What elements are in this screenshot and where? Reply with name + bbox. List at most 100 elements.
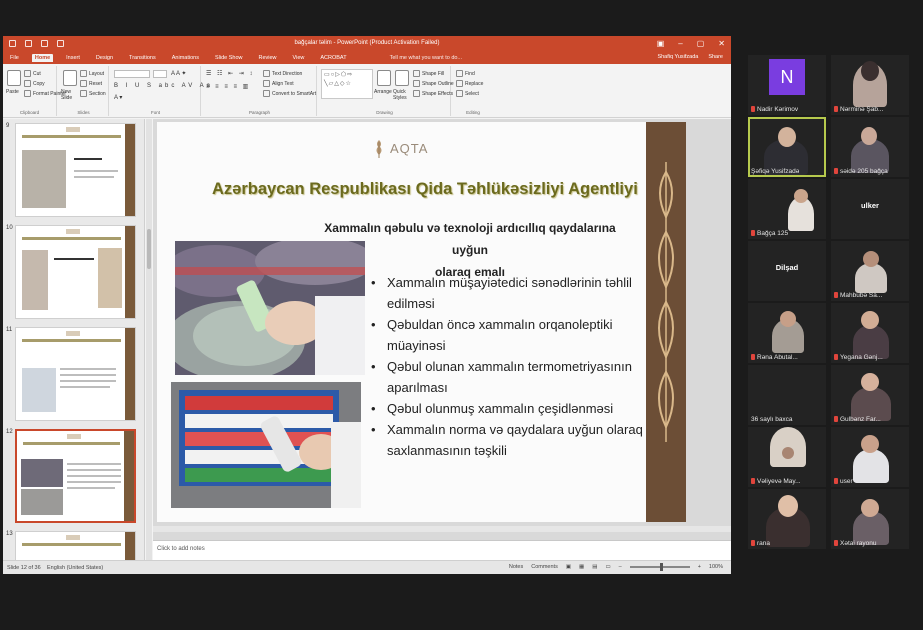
slide-thumbnails-pane: 9 10 11 12 13 (3, 119, 145, 560)
slide-editor: AQTA Azərbaycan Respublikası Qida Təhlük… (153, 119, 731, 560)
tab-file[interactable]: File (7, 54, 22, 62)
zoom-out-button[interactable]: – (619, 564, 622, 570)
participant-tile[interactable]: səidə 205 bağça (831, 117, 909, 177)
quick-styles-icon[interactable] (395, 70, 409, 86)
user-name[interactable]: Shafiq Yusifzada (657, 54, 698, 60)
current-slide[interactable]: AQTA Azərbaycan Respublikası Qida Təhlük… (157, 122, 686, 522)
group-label-font: Font (150, 110, 160, 115)
shapes-gallery[interactable]: ▭○▷⬠⇨ ╲▱△◇☆ (321, 69, 373, 99)
participant-tile[interactable]: ulker (831, 179, 909, 239)
tab-insert[interactable]: Insert (63, 54, 83, 62)
paste-button[interactable]: Paste (6, 89, 19, 95)
minimize-button[interactable]: – (678, 39, 682, 48)
participant-tile[interactable]: N Nadir Kərimov (748, 55, 826, 115)
effects-icon (413, 90, 420, 97)
mic-muted-icon (751, 106, 755, 112)
zoom-level[interactable]: 100% (709, 564, 723, 570)
tab-design[interactable]: Design (93, 54, 116, 62)
participant-tile[interactable]: Xətai rayonu (831, 489, 909, 549)
font-color-button[interactable]: A ▾ (114, 94, 122, 101)
view-reading-icon[interactable]: ▤ (592, 564, 597, 570)
tab-review[interactable]: Review (256, 54, 280, 62)
section-button[interactable]: Section (80, 90, 106, 97)
participant-tile[interactable]: rana (748, 489, 826, 549)
tab-acrobat[interactable]: ACROBAT (317, 54, 349, 62)
cut-button[interactable]: Cut (24, 70, 41, 77)
tab-animations[interactable]: Animations (169, 54, 202, 62)
slide-thumbnail-9[interactable] (15, 123, 136, 217)
slide-thumbnail-13[interactable] (15, 531, 136, 560)
tab-view[interactable]: View (290, 54, 308, 62)
close-button[interactable]: ✕ (718, 39, 725, 48)
bullet-item: Xammalın müşayiətedici sənədlərinin təhl… (371, 272, 647, 314)
mic-muted-icon (834, 106, 838, 112)
tab-home[interactable]: Home (31, 54, 54, 62)
shape-effects-button[interactable]: Shape Effects (413, 90, 453, 97)
reset-button[interactable]: Reset (80, 80, 102, 87)
participant-tile[interactable]: Gulbənz Far... (831, 365, 909, 425)
font-format-buttons[interactable]: B I U S abc AV Aa (114, 83, 213, 89)
replace-button[interactable]: Replace (456, 80, 483, 87)
shape-outline-button[interactable]: Shape Outline (413, 80, 454, 87)
tab-slide-show[interactable]: Slide Show (212, 54, 246, 62)
shape-fill-button[interactable]: Shape Fill (413, 70, 444, 77)
select-button[interactable]: Select (456, 90, 479, 97)
frozen-goods-thermometer-photo (171, 382, 361, 508)
layout-icon (80, 70, 87, 77)
text-direction-button[interactable]: Text Direction (263, 70, 302, 77)
participant-tile[interactable]: Şəfiqə Yusifzadə (748, 117, 826, 177)
tell-me-search[interactable]: Tell me what you want to do... (390, 55, 462, 61)
thumb-number: 13 (6, 531, 13, 537)
font-size-buttons[interactable]: A A ✦ (171, 70, 186, 77)
participant-tile[interactable]: Vəliyevə May... (748, 427, 826, 487)
participant-tile[interactable]: 36 saylı baxca (748, 365, 826, 425)
view-slideshow-icon[interactable]: ▭ (605, 564, 610, 570)
participant-tile[interactable]: Yegana Gənj... (831, 303, 909, 363)
zoom-slider[interactable] (629, 563, 690, 571)
language-indicator[interactable]: English (United States) (47, 565, 103, 571)
paste-icon[interactable] (7, 70, 21, 86)
arrange-button[interactable]: Arrange (374, 89, 392, 95)
text-direction-icon (263, 70, 270, 77)
ribbon-options-icon[interactable]: ▣ (657, 39, 665, 48)
group-editing: Find Replace Select Editing (453, 66, 493, 116)
tab-transitions[interactable]: Transitions (126, 54, 159, 62)
view-sorter-icon[interactable]: ▦ (579, 564, 584, 570)
align-text-button[interactable]: Align Text (263, 80, 294, 87)
participant-tile[interactable]: Nərminə Şab... (831, 55, 909, 115)
convert-smartart-button[interactable]: Convert to SmartArt (263, 90, 316, 97)
quick-styles-button[interactable]: Quick Styles (393, 89, 411, 101)
find-button[interactable]: Find (456, 70, 475, 77)
copy-button[interactable]: Copy (24, 80, 45, 87)
mic-muted-icon (834, 478, 838, 484)
thumb-number: 9 (6, 123, 10, 129)
maximize-button[interactable]: ▢ (697, 39, 705, 48)
view-normal-icon[interactable]: ▣ (566, 564, 571, 570)
participant-name: Rəna Abutal... (757, 354, 798, 361)
participant-tile[interactable]: user (831, 427, 909, 487)
participant-tile[interactable]: Mahbubə Sa... (831, 241, 909, 301)
slide-thumbnail-12[interactable] (15, 429, 136, 523)
share-button[interactable]: Share (708, 54, 723, 60)
notes-toggle[interactable]: Notes (509, 564, 523, 570)
align-buttons[interactable]: ≡ ≡ ≡ ≡ ▥ (206, 83, 250, 90)
participant-tile[interactable]: Rəna Abutal... (748, 303, 826, 363)
participant-name: Yegana Gənj... (840, 354, 883, 361)
font-name-select[interactable] (114, 70, 150, 78)
horizontal-scrollbar[interactable] (153, 526, 731, 532)
new-slide-button[interactable]: New Slide (61, 89, 79, 101)
arrange-icon[interactable] (377, 70, 391, 86)
mic-muted-icon (751, 540, 755, 546)
list-buttons[interactable]: ☰ ☷ ⇤ ⇥ ↕ (206, 70, 254, 77)
font-size-select[interactable] (153, 70, 167, 78)
participant-tile[interactable]: Bağça 125 (748, 179, 826, 239)
thumbnails-scrollbar[interactable] (146, 119, 152, 560)
layout-button[interactable]: Layout (80, 70, 104, 77)
slide-thumbnail-10[interactable] (15, 225, 136, 319)
slide-thumbnail-11[interactable] (15, 327, 136, 421)
new-slide-icon[interactable] (63, 70, 77, 86)
comments-toggle[interactable]: Comments (531, 564, 558, 570)
zoom-in-button[interactable]: + (698, 564, 701, 570)
notes-pane[interactable]: Click to add notes (153, 540, 731, 560)
participant-tile[interactable]: Dilşad (748, 241, 826, 301)
